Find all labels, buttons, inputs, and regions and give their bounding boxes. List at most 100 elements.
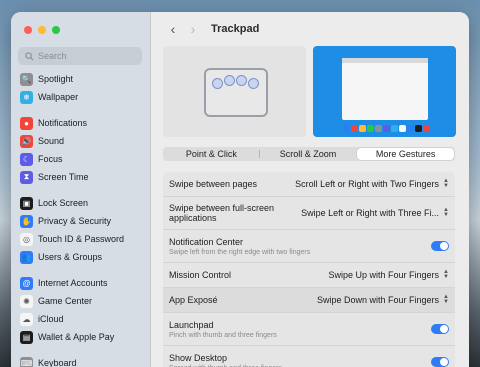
gesture-row-show-desktop: Show DesktopSpread with thumb and three … <box>163 346 455 367</box>
gesture-label: Swipe between pages <box>169 179 258 189</box>
gesture-label: Mission Control <box>169 270 232 280</box>
sidebar-item-game-center[interactable]: ✺ Game Center <box>18 292 142 310</box>
settings-window: Search 🔍 Spotlight ❄ Wallpaper ● Notification… <box>11 12 469 367</box>
sidebar-item-label: Game Center <box>38 296 93 306</box>
sidebar-item-label: Focus <box>38 154 63 164</box>
trackpad-preview <box>163 46 306 137</box>
sidebar-item-label: Keyboard <box>38 358 77 367</box>
forward-icon[interactable]: › <box>183 21 203 37</box>
toolbar: ‹ › Trackpad <box>151 12 469 46</box>
gesture-row-swipe-between-pages: Swipe between pages Scroll Left or Right … <box>163 172 455 197</box>
gesture-popup-button[interactable]: Scroll Left or Right with Two Fingers ▲ ▼ <box>295 178 449 189</box>
search-input[interactable]: Search <box>18 47 142 65</box>
gesture-row-swipe-between-full-screen-applications: Swipe between full-screen applications Sw… <box>163 197 455 230</box>
gesture-row-app-expos: App Exposé Swipe Down with Four Fingers ▲ ▼ <box>163 288 455 313</box>
chevron-updown-icon: ▲ ▼ <box>443 178 449 189</box>
sidebar-item-label: Wallpaper <box>38 92 79 102</box>
sidebar-item-label: Touch ID & Password <box>38 234 125 244</box>
gesture-value: Scroll Left or Right with Two Fingers <box>295 179 440 189</box>
gesture-toggle[interactable] <box>431 357 449 367</box>
keyboard-icon: ⌨ <box>20 356 33 367</box>
sidebar-item-lock-screen[interactable]: ▣ Lock Screen <box>18 194 142 212</box>
sidebar-item-wallet-apple-pay[interactable]: ▤ Wallet & Apple Pay <box>18 328 142 346</box>
window-controls <box>24 26 60 34</box>
sidebar-item-label: Sound <box>38 136 65 146</box>
search-placeholder: Search <box>38 51 67 61</box>
search-icon <box>25 51 34 60</box>
icloud-icon: ☁ <box>20 312 33 326</box>
page-title: Trackpad <box>211 23 260 35</box>
users-icon: 👥 <box>20 250 33 264</box>
preview-window <box>342 58 428 120</box>
sidebar-item-sound[interactable]: 🔊 Sound <box>18 132 142 150</box>
gesture-label: Launchpad <box>169 319 214 330</box>
gesture-toggle[interactable] <box>431 324 449 334</box>
screen-time-icon: ⧗ <box>20 170 33 184</box>
privacy-icon: ✋ <box>20 214 33 228</box>
gesture-row-launchpad: Launchpad Pinch with thumb and three fing… <box>163 313 455 346</box>
sidebar-item-internet-accounts[interactable]: @ Internet Accounts <box>18 274 142 292</box>
gesture-popup-button[interactable]: Swipe Left or Right with Three Fi... ▲ ▼ <box>301 207 449 218</box>
sidebar-item-keyboard[interactable]: ⌨ Keyboard <box>18 354 142 367</box>
gesture-row-notification-center: Notification Center Swipe left from the r… <box>163 230 455 263</box>
gesture-toggle[interactable] <box>431 241 449 251</box>
gestures-panel: Swipe between pages Scroll Left or Right … <box>163 172 455 367</box>
back-icon[interactable]: ‹ <box>163 21 183 37</box>
wallpaper-icon: ❄ <box>20 90 33 104</box>
gesture-label: App Exposé <box>169 295 218 305</box>
finger-dot <box>236 75 247 86</box>
finger-dot <box>248 78 259 89</box>
sidebar-item-label: Users & Groups <box>38 252 103 262</box>
lock-screen-icon: ▣ <box>20 196 33 210</box>
gesture-label: Swipe between full-screen applications <box>169 203 275 223</box>
chevron-updown-icon: ▲ ▼ <box>443 207 449 218</box>
sidebar: Search 🔍 Spotlight ❄ Wallpaper ● Notification… <box>11 12 151 367</box>
gesture-value: Swipe Up with Four Fingers <box>328 270 440 280</box>
sidebar-item-icloud[interactable]: ☁ iCloud <box>18 310 142 328</box>
sidebar-item-label: Spotlight <box>38 74 74 84</box>
spotlight-icon: 🔍 <box>20 72 33 86</box>
tab-scroll-zoom[interactable]: Scroll & Zoom <box>260 147 357 161</box>
sidebar-item-label: Notifications <box>38 118 88 128</box>
sound-icon: 🔊 <box>20 134 33 148</box>
gesture-value: Swipe Left or Right with Three Fi... <box>301 208 440 218</box>
gesture-popup-button[interactable]: Swipe Up with Four Fingers ▲ ▼ <box>328 269 450 280</box>
close-button[interactable] <box>24 26 32 34</box>
gesture-value: Swipe Down with Four Fingers <box>317 295 440 305</box>
preview-dock <box>343 125 430 134</box>
sidebar-item-wallpaper[interactable]: ❄ Wallpaper <box>18 88 142 106</box>
gesture-popup-button[interactable]: Swipe Down with Four Fingers ▲ ▼ <box>317 294 449 305</box>
sidebar-item-users-groups[interactable]: 👥 Users & Groups <box>18 248 142 266</box>
tab-more-gestures[interactable]: More Gestures <box>357 148 455 160</box>
sidebar-item-label: Privacy & Security <box>38 216 112 226</box>
sidebar-item-notifications[interactable]: ● Notifications <box>18 114 142 132</box>
tab-bar: Point & Click Scroll & Zoom More Gesture… <box>163 147 455 161</box>
gesture-row-mission-control: Mission Control Swipe Up with Four Finger… <box>163 263 455 288</box>
sidebar-item-touch-id-password[interactable]: ◎ Touch ID & Password <box>18 230 142 248</box>
chevron-updown-icon: ▲ ▼ <box>443 294 449 305</box>
sidebar-item-label: Screen Time <box>38 172 89 182</box>
gesture-label: Notification Center <box>169 236 244 247</box>
trackpad-illustration <box>204 68 268 117</box>
gesture-label: Show Desktop <box>169 352 228 363</box>
minimize-button[interactable] <box>38 26 46 34</box>
notifications-icon: ● <box>20 116 33 130</box>
zoom-button[interactable] <box>52 26 60 34</box>
sidebar-item-screen-time[interactable]: ⧗ Screen Time <box>18 168 142 186</box>
sidebar-item-label: iCloud <box>38 314 64 324</box>
gesture-description: Swipe left from the right edge with two … <box>169 248 311 256</box>
tab-point-click[interactable]: Point & Click <box>163 147 260 161</box>
sidebar-list: 🔍 Spotlight ❄ Wallpaper ● Notifications 🔊 Sound… <box>18 70 142 367</box>
touch-id-icon: ◎ <box>20 232 33 246</box>
sidebar-item-label: Wallet & Apple Pay <box>38 332 115 342</box>
internet-accounts-icon: @ <box>20 276 33 290</box>
sidebar-item-focus[interactable]: ☾ Focus <box>18 150 142 168</box>
sidebar-item-label: Internet Accounts <box>38 278 108 288</box>
finger-dot <box>212 78 223 89</box>
sidebar-item-spotlight[interactable]: 🔍 Spotlight <box>18 70 142 88</box>
sidebar-item-label: Lock Screen <box>38 198 89 208</box>
sidebar-item-privacy-security[interactable]: ✋ Privacy & Security <box>18 212 142 230</box>
main-pane: ‹ › Trackpad Point & Click Scroll & Zoom… <box>151 12 469 367</box>
gesture-preview <box>313 46 456 137</box>
game-center-icon: ✺ <box>20 294 33 308</box>
